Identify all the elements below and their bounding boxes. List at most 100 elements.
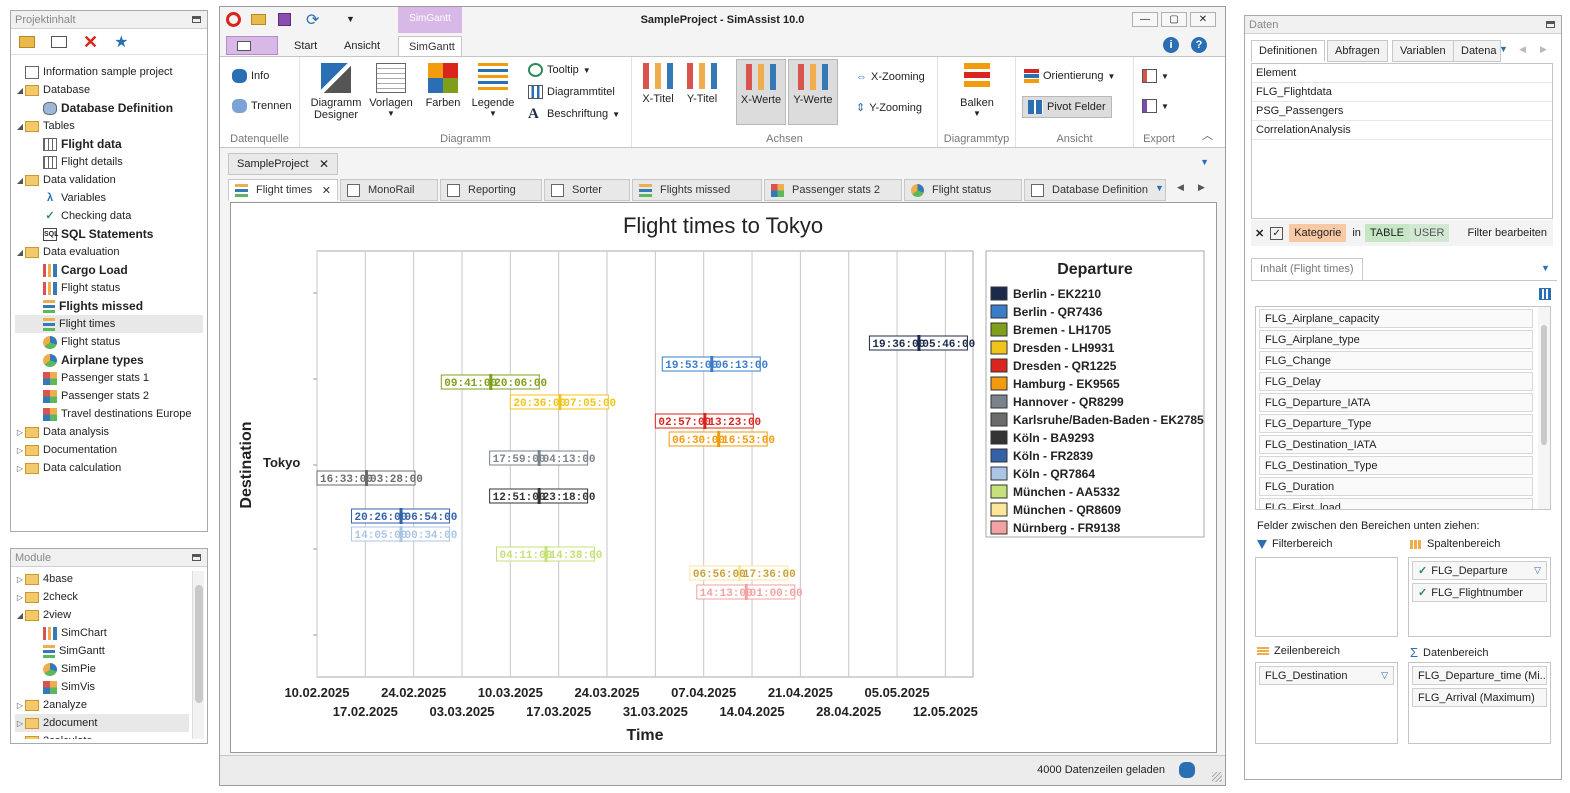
gantt-bar[interactable]: 17:59:0004:13:00 <box>489 450 596 466</box>
tree-item[interactable]: SimChart <box>15 624 189 642</box>
resize-grip-icon[interactable] <box>1212 772 1222 782</box>
field-item[interactable]: FLG_Airplane_type <box>1259 330 1533 349</box>
colors-button[interactable]: Farben <box>418 63 468 109</box>
zone-field[interactable]: ✓ FLG_Flightnumber <box>1412 583 1547 602</box>
content-dropdown-icon[interactable]: ▼ <box>1541 263 1550 273</box>
collapse-arrow-icon[interactable]: ◢ <box>15 86 25 95</box>
field-scrollbar[interactable] <box>1538 307 1550 509</box>
collapse-arrow-icon[interactable]: ◢ <box>15 248 25 257</box>
tree-item[interactable]: Database Definition <box>15 99 203 117</box>
tree-item[interactable]: ▷ 4base <box>15 570 189 588</box>
table-badge[interactable]: TABLE <box>1364 224 1409 242</box>
field-item[interactable]: FLG_Change <box>1259 351 1533 370</box>
field-layout-icon[interactable] <box>1539 288 1551 300</box>
app-menu-button[interactable] <box>226 36 278 55</box>
tree-item[interactable]: SimVis <box>15 678 189 696</box>
zone-field[interactable]: FLG_Departure_time (Mi... <box>1412 666 1547 685</box>
gantt-bar[interactable]: 20:26:0006:54:00 <box>351 508 458 524</box>
y-values-button[interactable]: Y-Werte <box>788 59 838 125</box>
expand-arrow-icon[interactable]: ▷ <box>15 737 25 740</box>
maximize-button[interactable]: ▢ <box>1161 12 1187 27</box>
tree-item[interactable]: ▷ 2calculate <box>15 732 189 739</box>
y-title-button[interactable]: Y-Titel <box>680 63 724 105</box>
tree-item[interactable]: ▷ Data calculation <box>15 459 203 477</box>
field-item[interactable]: FLG_Duration <box>1259 477 1533 496</box>
diagram-designer-button[interactable]: Diagramm Designer <box>308 63 364 121</box>
tabs-dropdown-icon[interactable]: ▼ <box>1155 183 1164 193</box>
doc-tab-sampleproject[interactable]: SampleProject ✕ <box>228 153 338 175</box>
zone-field[interactable]: FLG_Destination ▽ <box>1259 666 1394 685</box>
tree-item[interactable]: ◢ Data validation <box>15 171 203 189</box>
filter-icon[interactable]: ▽ <box>1534 565 1541 576</box>
row-area[interactable]: FLG_Destination ▽ <box>1255 662 1398 744</box>
tree-item[interactable]: λ Variables <box>15 189 203 207</box>
tree-item[interactable]: SimGantt <box>15 642 189 660</box>
favorite-icon[interactable]: ★ <box>114 32 128 52</box>
tree-item[interactable]: Flight data <box>15 135 203 153</box>
orientation-button[interactable]: Orientierung ▼ <box>1024 69 1115 83</box>
gantt-bar[interactable]: 16:33:0003:28:00 <box>316 470 423 486</box>
tree-item[interactable]: Airplane types <box>15 351 203 369</box>
tab-definitionen[interactable]: Definitionen <box>1251 40 1326 62</box>
tabs-prev-icon[interactable]: ◀ <box>1177 182 1184 193</box>
gantt-bar[interactable]: 19:36:0005:46:00 <box>868 335 975 351</box>
gantt-bar[interactable]: 12:51:0023:18:00 <box>489 488 596 504</box>
tab-datena[interactable]: Datena <box>1453 40 1501 62</box>
minimize-button[interactable]: — <box>1132 12 1158 27</box>
minimize-icon[interactable] <box>1546 21 1555 28</box>
labeling-button[interactable]: A Beschriftung ▼ <box>528 107 620 122</box>
tree-item[interactable]: Flight status <box>15 279 203 297</box>
tree-item[interactable]: Flight times <box>15 315 203 333</box>
gantt-bar[interactable]: 04:11:0014:38:00 <box>496 546 603 562</box>
field-item[interactable]: FLG_Delay <box>1259 372 1533 391</box>
expand-arrow-icon[interactable]: ▷ <box>15 701 25 710</box>
pivot-fields-button[interactable]: Pivot Felder <box>1022 96 1112 118</box>
rename-icon[interactable] <box>51 35 67 48</box>
data-area[interactable]: FLG_Departure_time (Mi... FLG_Arrival (Ma… <box>1408 662 1551 744</box>
module-scrollbar[interactable] <box>192 571 204 739</box>
zone-field[interactable]: ✓ FLG_Departure ▽ <box>1412 561 1547 580</box>
tree-item[interactable]: Flights missed <box>15 297 203 315</box>
collapse-ribbon-icon[interactable]: ︿ <box>1202 127 1213 143</box>
field-item[interactable]: FLG_Destination_Type <box>1259 456 1533 475</box>
export-data-button[interactable]: ▼ <box>1142 99 1169 113</box>
sheet-tab[interactable]: Database Definition <box>1024 179 1166 201</box>
y-zooming-button[interactable]: ⇕ Y-Zooming <box>856 101 922 115</box>
data-tabs-next-icon[interactable]: ▶ <box>1540 44 1547 55</box>
field-item[interactable]: FLG_Departure_Type <box>1259 414 1533 433</box>
sheet-tab[interactable]: Reporting <box>440 179 542 201</box>
tree-item[interactable]: ▷ 2analyze <box>15 696 189 714</box>
tree-item[interactable]: ◢ Database <box>15 81 203 99</box>
tree-item[interactable]: ✓ Checking data <box>15 207 203 225</box>
tab-variablen[interactable]: Variablen <box>1392 40 1454 62</box>
category-badge[interactable]: Kategorie <box>1289 224 1347 242</box>
sheet-tab[interactable]: MonoRail <box>340 179 438 201</box>
content-tab[interactable]: Inhalt (Flight times) <box>1251 258 1363 280</box>
disconnect-button[interactable]: Trennen <box>232 99 292 113</box>
delete-icon[interactable]: ✕ <box>83 33 98 51</box>
tabs-next-icon[interactable]: ▶ <box>1198 182 1205 193</box>
expand-arrow-icon[interactable]: ▷ <box>15 428 25 437</box>
sheet-tab[interactable]: Passenger stats 2 <box>764 179 902 201</box>
scrollbar-thumb[interactable] <box>1541 325 1547 445</box>
field-item[interactable]: FLG_Destination_IATA <box>1259 435 1533 454</box>
element-row[interactable]: PSG_Passengers <box>1252 102 1552 121</box>
tree-item[interactable]: Flight status <box>15 333 203 351</box>
tree-item[interactable]: SQL SQL Statements <box>15 225 203 243</box>
bars-button[interactable]: Balken ▼ <box>948 63 1006 118</box>
close-button[interactable]: ✕ <box>1190 12 1216 27</box>
tree-item[interactable]: ◢ Tables <box>15 117 203 135</box>
export-image-button[interactable]: ▼ <box>1142 69 1169 83</box>
tree-item[interactable]: Passenger stats 1 <box>15 369 203 387</box>
gantt-bar[interactable]: 06:56:0017:36:00 <box>689 565 796 581</box>
element-row[interactable]: CorrelationAnalysis <box>1252 121 1552 140</box>
expand-arrow-icon[interactable]: ▷ <box>15 719 25 728</box>
tree-item[interactable]: Passenger stats 2 <box>15 387 203 405</box>
collapse-arrow-icon[interactable]: ◢ <box>15 122 25 131</box>
tree-item[interactable]: ◢ Data evaluation <box>15 243 203 261</box>
filter-checkbox[interactable]: ✓ <box>1270 226 1284 240</box>
expand-arrow-icon[interactable]: ▷ <box>15 593 25 602</box>
collapse-arrow-icon[interactable]: ◢ <box>15 176 25 185</box>
tree-item[interactable]: ▷ Data analysis <box>15 423 203 441</box>
gantt-bar[interactable]: 20:36:0007:05:00 <box>509 394 616 410</box>
